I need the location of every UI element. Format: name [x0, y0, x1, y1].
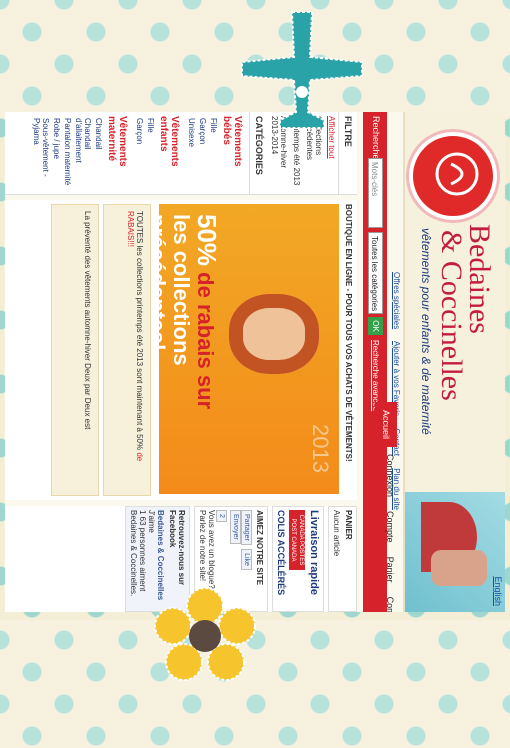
- category-item[interactable]: Unisexe: [186, 112, 197, 194]
- advanced-search-link[interactable]: Recherche avancée: [371, 340, 380, 411]
- cart-box: PANIER Aucun article: [328, 506, 357, 612]
- logo[interactable]: [409, 132, 497, 220]
- category-item[interactable]: Pantalon maternité: [62, 112, 73, 194]
- site-header: Bedaines & Coccinelles vêtements pour en…: [403, 112, 505, 612]
- banner-line-1: de rabais sur: [193, 272, 218, 410]
- menu-checkout[interactable]: Commander: [383, 590, 397, 612]
- menu-home[interactable]: Accueil: [375, 402, 397, 448]
- news-1-text: TOUTES les collections printemps été 201…: [135, 211, 144, 451]
- menu-login[interactable]: Connexion: [383, 447, 397, 504]
- category-item[interactable]: Garçon: [197, 112, 208, 194]
- search-ok-button[interactable]: OK: [368, 317, 383, 335]
- rotated-page: Bedaines & Coccinelles vêtements pour en…: [5, 112, 505, 612]
- category-item[interactable]: Chandail d'allaitement: [73, 112, 93, 194]
- category-select[interactable]: Toutes les catégories: [368, 232, 383, 314]
- website-screenshot: Bedaines & Coccinelles vêtements pour en…: [5, 112, 505, 612]
- banner-line-2: les collections précédentes!: [159, 214, 194, 366]
- banner-year: 2013: [308, 424, 333, 473]
- facebook-count: 1 63 personnes aiment Bedaines & Coccine…: [129, 510, 147, 597]
- category-item[interactable]: Chandail: [93, 112, 104, 194]
- news-item-2[interactable]: La préventé des vêtements automne-hiver …: [51, 204, 99, 496]
- category-item[interactable]: Fille: [145, 112, 156, 194]
- main-content: BOUTIQUE EN LIGNE - POUR TOUS VOS ACHATS…: [5, 200, 357, 500]
- menu-account[interactable]: Compte: [383, 504, 397, 550]
- airplane-decoration-icon: [241, 11, 363, 129]
- gplus-count[interactable]: 2: [216, 510, 227, 522]
- category-kids[interactable]: Vêtements enfants: [156, 112, 186, 194]
- brand-line-2: & Coccinelles: [435, 230, 468, 401]
- banner-percent: 50%: [192, 214, 222, 267]
- nav-bar: Recherche : Mots-clés Toutes les catégor…: [363, 112, 397, 612]
- category-item[interactable]: Garçon: [134, 112, 145, 194]
- offers-link[interactable]: Offres spéciales: [392, 272, 401, 329]
- baby-belly-icon: [435, 152, 479, 196]
- news-2-text: La préventé des vêtements automne-hiver …: [83, 211, 92, 430]
- banner-text: 50% de rabais sur les collections précéd…: [159, 214, 222, 494]
- main-menu: Accueil Connexion Compte Panier Commande…: [375, 402, 397, 612]
- like-button[interactable]: Like: [241, 549, 252, 570]
- cart-title: PANIER: [344, 510, 353, 540]
- menu-cart[interactable]: Panier: [383, 550, 397, 590]
- main-title: BOUTIQUE EN LIGNE - POUR TOUS VOS ACHATS…: [344, 204, 353, 462]
- news-item-1[interactable]: TOUTES les collections printemps été 201…: [103, 204, 151, 496]
- search-input[interactable]: Mots-clés: [368, 158, 383, 228]
- category-item[interactable]: Robe / jupe: [51, 112, 62, 194]
- category-item[interactable]: Fille: [208, 112, 219, 194]
- girl-photo: [229, 294, 319, 374]
- shipping-box: Livraison rapide CANADA POSTES POST CANA…: [272, 506, 324, 612]
- shipping-service: COLIS ACCÉLÉRÉS: [276, 510, 286, 596]
- send-button[interactable]: Envoyer: [230, 510, 241, 544]
- english-link[interactable]: English: [493, 576, 503, 606]
- facebook-like-button[interactable]: J'aime: [147, 510, 156, 533]
- kid-image: [431, 550, 487, 586]
- canada-post-logo: CANADA POSTES POST CANADA: [289, 510, 305, 570]
- category-maternity[interactable]: Vêtements maternité: [104, 112, 134, 194]
- promo-banner[interactable]: 2013 50% de rabais sur les collections p…: [159, 204, 339, 494]
- hero-photo: [405, 492, 505, 612]
- tagline: vêtements pour enfants & de maternité: [419, 228, 433, 435]
- cart-empty-text: Aucun article: [332, 510, 341, 557]
- flower-decoration-icon: [154, 587, 256, 681]
- share-button[interactable]: Partager: [241, 510, 252, 545]
- brand-name: Bedaines & Coccinelles: [435, 224, 496, 401]
- shipping-title: Livraison rapide: [308, 510, 320, 595]
- category-item[interactable]: Sous-vêtement - Pyjama: [31, 112, 51, 194]
